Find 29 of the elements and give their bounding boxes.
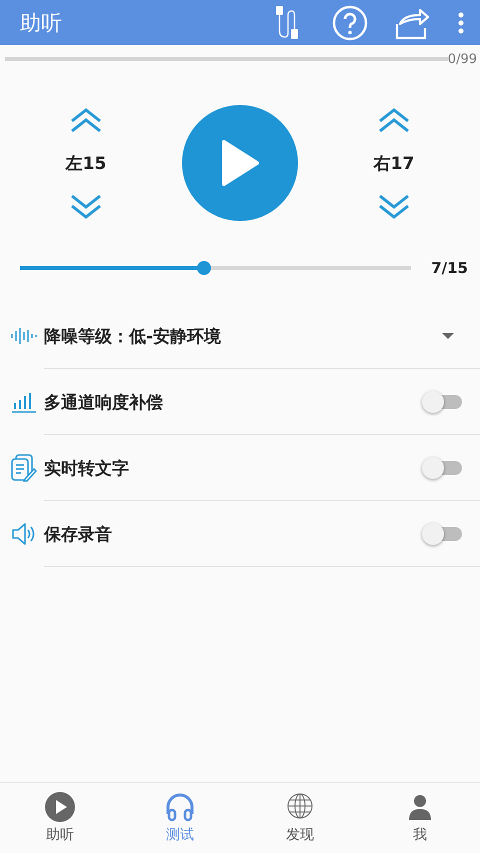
nav-tab[interactable]: 发现 xyxy=(240,783,360,853)
slider-thumb[interactable] xyxy=(196,261,211,275)
toggle-switch[interactable] xyxy=(422,457,462,479)
bar-chart-icon xyxy=(12,391,36,413)
right-up-chevron-icon[interactable] xyxy=(377,106,411,134)
volume-reading: 7/15 xyxy=(431,259,468,277)
setting-label: 多通道响度补偿 xyxy=(44,392,164,414)
setting-label: 保存录音 xyxy=(44,524,113,546)
right-level-label: 右17 xyxy=(374,152,414,174)
nav-tab[interactable]: 我 xyxy=(360,783,480,853)
nav-tab[interactable]: 助听 xyxy=(0,783,120,853)
setting-label: 降噪等级：低-安静环境 xyxy=(44,326,222,348)
progress-count: 0/99 xyxy=(448,52,477,66)
sound-wave-icon xyxy=(11,328,37,344)
toggle-switch[interactable] xyxy=(422,523,462,545)
left-level-label: 左15 xyxy=(66,152,106,174)
right-down-chevron-icon[interactable] xyxy=(377,192,411,220)
play-icon xyxy=(45,792,75,822)
left-down-chevron-icon[interactable] xyxy=(69,192,103,220)
volume-slider[interactable] xyxy=(20,261,412,275)
speaker-icon xyxy=(11,522,37,546)
app-title: 助听 xyxy=(20,10,63,36)
toggle-switch[interactable] xyxy=(422,391,462,413)
setting-label: 实时转文字 xyxy=(44,458,130,480)
headphones-icon xyxy=(165,792,195,822)
left-up-chevron-icon[interactable] xyxy=(69,106,103,134)
play-icon xyxy=(220,139,260,187)
document-pen-icon xyxy=(11,454,37,482)
dropdown-caret-icon[interactable] xyxy=(442,333,454,339)
